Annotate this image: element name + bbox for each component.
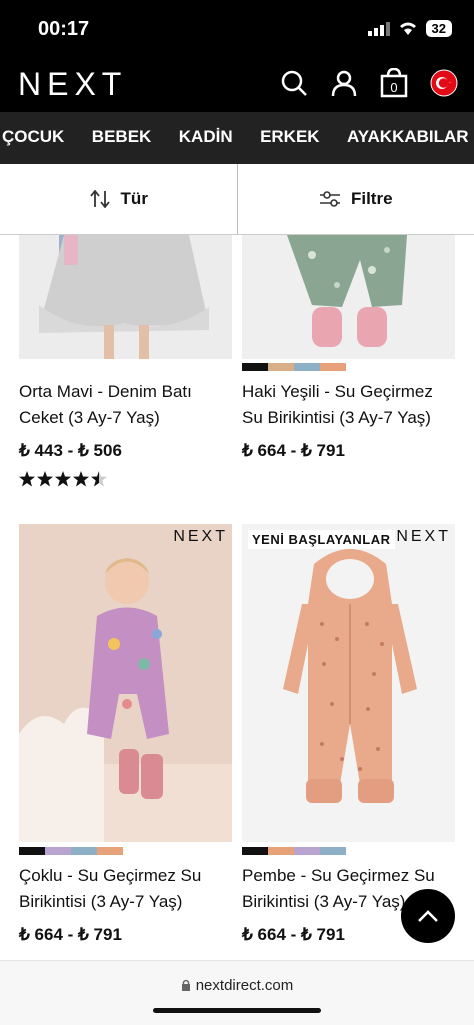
swatch[interactable] bbox=[320, 363, 346, 371]
child-skirt-photo bbox=[19, 235, 232, 359]
sort-filter-bar: Tür Filtre bbox=[0, 164, 474, 235]
battery-indicator: 32 bbox=[426, 20, 452, 37]
filter-label: Filtre bbox=[351, 189, 393, 209]
sort-label: Tür bbox=[121, 189, 148, 209]
swatch[interactable] bbox=[294, 363, 320, 371]
url-text: nextdirect.com bbox=[196, 977, 294, 994]
swatch[interactable] bbox=[71, 847, 97, 855]
swatch[interactable] bbox=[97, 847, 123, 855]
category-erkek[interactable]: ERKEK bbox=[260, 127, 320, 147]
product-image-pink-puddlesuit[interactable]: YENİ BAŞLAYANLAR NEXT bbox=[242, 524, 455, 842]
product-price: ₺ 664 - ₺ 791 bbox=[242, 441, 345, 461]
sort-button[interactable]: Tür bbox=[0, 164, 237, 234]
swatch[interactable] bbox=[242, 363, 268, 371]
new-arrivals-badge: YENİ BAŞLAYANLAR bbox=[248, 530, 395, 549]
signal-icon bbox=[368, 22, 390, 36]
category-bebek[interactable]: BEBEK bbox=[92, 127, 152, 147]
category-cocuk[interactable]: ÇOCUK bbox=[2, 127, 64, 147]
category-kadin[interactable]: KADİN bbox=[179, 127, 233, 147]
rating-stars bbox=[19, 470, 109, 493]
chevron-up-icon bbox=[417, 909, 439, 923]
color-swatches[interactable] bbox=[242, 847, 346, 855]
multi-suit-photo bbox=[19, 524, 232, 842]
swatch[interactable] bbox=[294, 847, 320, 855]
bag-count: 0 bbox=[380, 80, 408, 95]
brand-tag: NEXT bbox=[396, 528, 451, 546]
lock-icon bbox=[181, 979, 191, 991]
header-actions: 0 bbox=[280, 68, 458, 98]
brand-tag: NEXT bbox=[173, 528, 228, 546]
category-nav: ÇOCUK BEBEK KADİN ERKEK AYAKKABILAR I bbox=[0, 112, 474, 164]
status-indicators: 32 bbox=[368, 20, 452, 37]
product-price: ₺ 664 - ₺ 791 bbox=[242, 925, 345, 945]
product-image-multi-puddlesuit[interactable]: NEXT bbox=[19, 524, 232, 842]
status-time: 00:17 bbox=[38, 18, 89, 41]
bag-button[interactable]: 0 bbox=[380, 68, 408, 98]
khaki-suit-photo bbox=[242, 235, 455, 359]
brand-logo[interactable]: NEXT bbox=[18, 66, 127, 103]
home-indicator[interactable] bbox=[153, 1008, 321, 1013]
pink-suit-photo bbox=[242, 524, 455, 842]
url-display: nextdirect.com bbox=[0, 977, 474, 994]
wifi-icon bbox=[398, 21, 418, 36]
product-image-denim-jacket[interactable] bbox=[19, 235, 232, 359]
swatch[interactable] bbox=[19, 847, 45, 855]
color-swatches[interactable] bbox=[242, 363, 346, 371]
search-icon[interactable] bbox=[280, 69, 308, 97]
site-header: NEXT 0 bbox=[0, 60, 474, 112]
product-name-multi-puddlesuit[interactable]: Çoklu - Su Geçirmez Su Birikintisi (3 Ay… bbox=[19, 863, 234, 915]
color-swatches[interactable] bbox=[19, 847, 123, 855]
sort-arrows-icon bbox=[89, 190, 111, 208]
product-image-khaki-puddlesuit[interactable] bbox=[242, 235, 455, 359]
scroll-to-top-button[interactable] bbox=[401, 889, 455, 943]
swatch[interactable] bbox=[242, 847, 268, 855]
filter-button[interactable]: Filtre bbox=[238, 164, 474, 234]
swatch[interactable] bbox=[45, 847, 71, 855]
swatch[interactable] bbox=[320, 847, 346, 855]
swatch[interactable] bbox=[268, 847, 294, 855]
status-bar: 00:17 32 bbox=[0, 0, 474, 60]
account-icon[interactable] bbox=[330, 69, 358, 97]
swatch[interactable] bbox=[268, 363, 294, 371]
filter-sliders-icon bbox=[319, 190, 341, 208]
product-price: ₺ 664 - ₺ 791 bbox=[19, 925, 122, 945]
product-name-khaki-puddlesuit[interactable]: Haki Yeşili - Su Geçirmez Su Birikintisi… bbox=[242, 379, 467, 431]
product-price: ₺ 443 - ₺ 506 bbox=[19, 441, 122, 461]
star-icon bbox=[19, 471, 35, 487]
browser-url-bar[interactable]: nextdirect.com bbox=[0, 960, 474, 1025]
turkey-flag-icon[interactable] bbox=[430, 69, 458, 97]
product-name-denim-jacket[interactable]: Orta Mavi - Denim Batı Ceket (3 Ay-7 Yaş… bbox=[19, 379, 234, 431]
category-ayakkabilar[interactable]: AYAKKABILAR bbox=[347, 127, 469, 147]
